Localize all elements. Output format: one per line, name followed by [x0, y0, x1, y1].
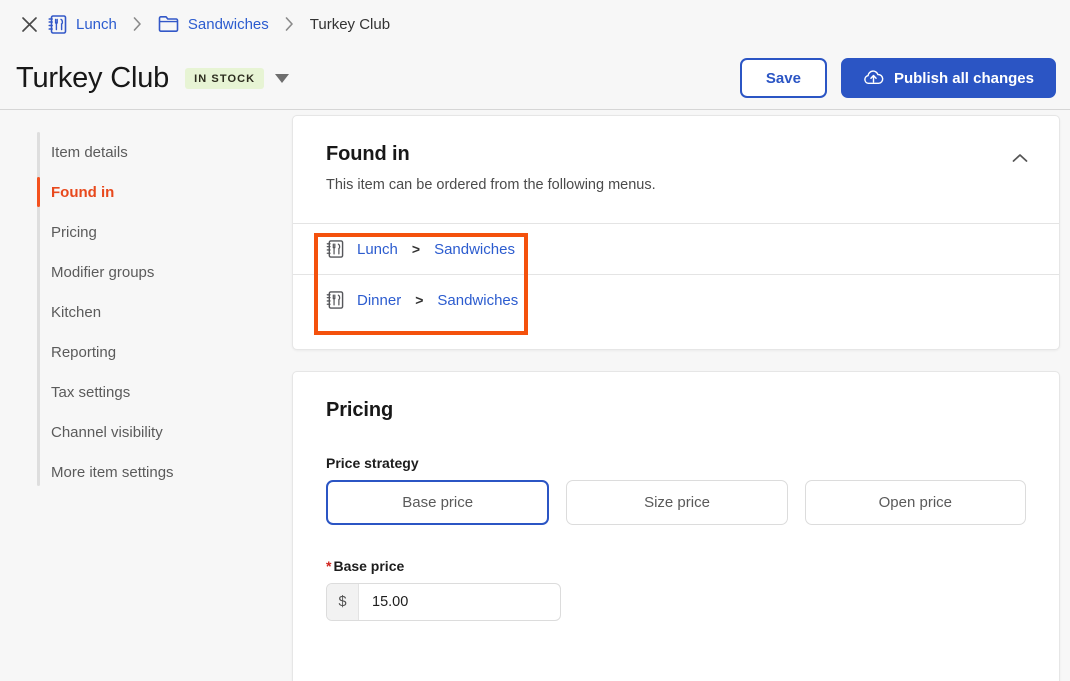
found-in-card-header: Found in This item can be ordered from t… — [293, 116, 1059, 193]
folder-icon — [158, 15, 179, 33]
price-strategy-label: Price strategy — [326, 455, 419, 471]
breadcrumb-item-sandwiches[interactable]: Sandwiches — [152, 15, 275, 33]
found-in-row-lunch[interactable]: Lunch > Sandwiches — [293, 223, 1059, 274]
price-strategy-size-price-button[interactable]: Size price — [566, 480, 788, 525]
sidebar-item-kitchen[interactable]: Kitchen — [0, 292, 292, 332]
menu-book-icon — [326, 290, 344, 310]
base-price-input[interactable] — [359, 584, 560, 620]
sidebar-item-reporting[interactable]: Reporting — [0, 332, 292, 372]
sidebar-item-label: Reporting — [51, 343, 117, 361]
close-button[interactable] — [16, 11, 42, 37]
sidebar-item-pricing[interactable]: Pricing — [0, 212, 292, 252]
found-in-row-category-name: Sandwiches — [437, 291, 519, 309]
sidebar-item-label: Pricing — [51, 223, 97, 241]
breadcrumb-item-lunch[interactable]: Lunch — [42, 14, 123, 35]
sidebar-item-label: Item details — [51, 143, 128, 161]
header-actions: Save Publish all changes — [739, 58, 1056, 98]
breadcrumb-item-current: Turkey Club — [304, 16, 396, 33]
status-badge: IN STOCK — [185, 67, 265, 89]
sidebar-item-item-details[interactable]: Item details — [0, 132, 292, 172]
base-price-label: * Base price — [326, 558, 1026, 574]
title-row: Turkey Club IN STOCK Save Publish all ch… — [0, 48, 1070, 108]
required-marker: * — [326, 558, 332, 574]
sidebar-item-label: More item settings — [51, 463, 174, 481]
found-in-row-dinner[interactable]: Dinner > Sandwiches — [293, 274, 1059, 325]
found-in-row-menu-name: Lunch — [357, 240, 398, 258]
price-strategy-open-price-button[interactable]: Open price — [804, 480, 1026, 525]
breadcrumb-label: Lunch — [76, 15, 117, 33]
publish-button-label: Publish all changes — [893, 69, 1034, 87]
save-button[interactable]: Save — [739, 58, 827, 98]
found-in-row-separator: > — [411, 241, 421, 257]
breadcrumb-label: Sandwiches — [187, 15, 269, 33]
section-nav-sidebar: Item details Found in Pricing Modifier g… — [0, 110, 292, 492]
price-strategy-base-price-button[interactable]: Base price — [326, 480, 550, 525]
base-price-label-text: Base price — [333, 558, 405, 574]
found-in-row-category-name: Sandwiches — [434, 240, 515, 258]
close-icon — [21, 16, 38, 33]
page-header: Lunch Sandwiches Turkey Club Turkey Club… — [0, 0, 1070, 110]
pricing-card-header: Pricing — [293, 372, 1059, 422]
sidebar-item-tax-settings[interactable]: Tax settings — [0, 372, 292, 412]
sidebar-item-label: Found in — [51, 183, 115, 201]
found-in-row-separator: > — [415, 292, 424, 308]
found-in-collapse-button[interactable] — [1007, 145, 1033, 171]
found-in-subtitle: This item can be ordered from the follow… — [326, 177, 656, 193]
publish-all-changes-button[interactable]: Publish all changes — [840, 58, 1056, 98]
found-in-list-spacer — [293, 325, 1059, 349]
breadcrumb-separator-icon — [275, 17, 304, 31]
found-in-menu-list: Lunch > Sandwiches Dinner > Sandwiches — [293, 223, 1059, 349]
breadcrumb: Lunch Sandwiches Turkey Club — [0, 0, 1070, 48]
found-in-title: Found in — [326, 143, 410, 165]
sidebar-item-found-in[interactable]: Found in — [0, 172, 292, 212]
sidebar-item-modifier-groups[interactable]: Modifier groups — [0, 252, 292, 292]
base-price-input-group: $ — [326, 583, 561, 621]
pricing-card-body: Price strategy Base price Size price Ope… — [293, 455, 1059, 681]
price-strategy-group: Base price Size price Open price — [326, 480, 1026, 525]
found-in-card: Found in This item can be ordered from t… — [292, 115, 1060, 350]
breadcrumb-separator-icon — [123, 17, 152, 31]
sidebar-item-label: Kitchen — [51, 303, 102, 321]
menu-book-icon — [48, 14, 67, 35]
breadcrumb-label: Turkey Club — [309, 15, 391, 33]
sidebar-item-label: Modifier groups — [51, 263, 155, 281]
pricing-card-spacer — [326, 621, 1026, 681]
cloud-upload-icon — [863, 68, 884, 88]
page-title: Turkey Club — [16, 61, 170, 94]
caret-down-icon[interactable] — [275, 73, 290, 83]
sidebar-item-channel-visibility[interactable]: Channel visibility — [0, 412, 292, 452]
sidebar-item-more-item-settings[interactable]: More item settings — [0, 452, 292, 492]
sidebar-item-label: Tax settings — [51, 383, 131, 401]
pricing-card: Pricing Price strategy Base price Size p… — [292, 371, 1060, 681]
found-in-row-menu-name: Dinner — [357, 291, 402, 309]
currency-symbol: $ — [327, 584, 359, 620]
main-content: Found in This item can be ordered from t… — [292, 110, 1070, 681]
menu-book-icon — [326, 239, 344, 259]
chevron-up-icon — [1012, 153, 1028, 163]
page-body: Item details Found in Pricing Modifier g… — [0, 110, 1070, 681]
sidebar-item-label: Channel visibility — [51, 423, 163, 441]
pricing-title: Pricing — [326, 399, 394, 421]
